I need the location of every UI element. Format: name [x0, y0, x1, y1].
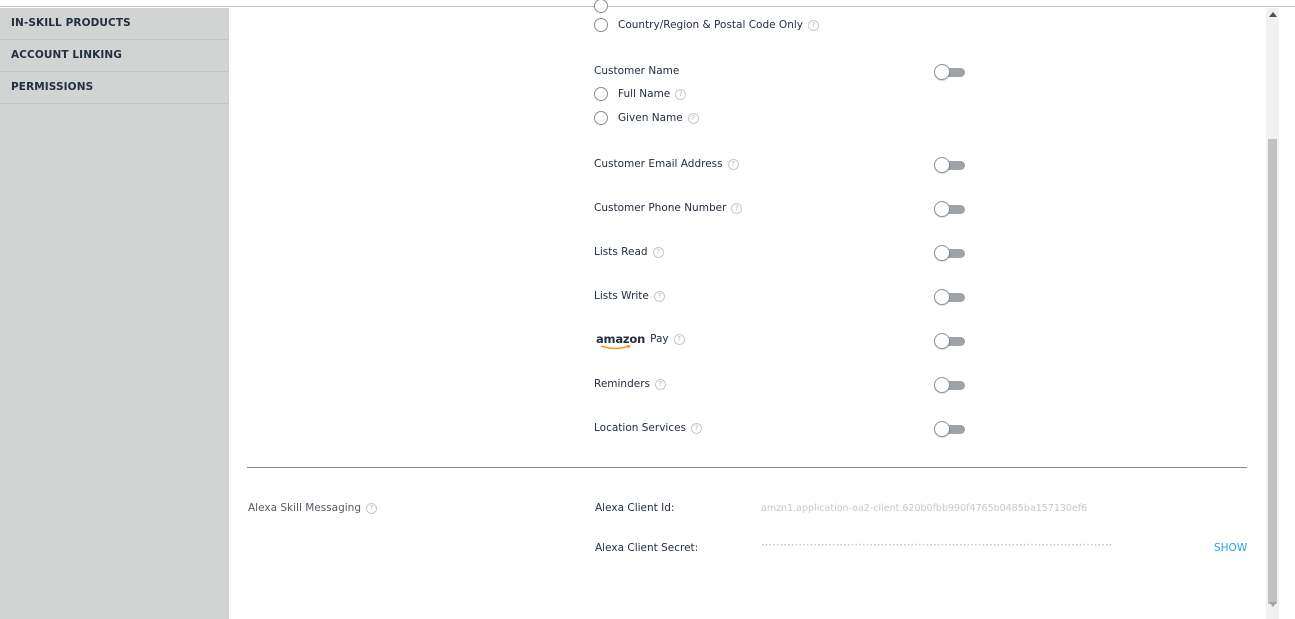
- help-icon[interactable]: ?: [366, 502, 377, 514]
- lists-write-toggle[interactable]: [934, 289, 966, 305]
- client-secret-value: ••••••••••••••••••••••••••••••••••••••••…: [761, 542, 1113, 549]
- help-icon[interactable]: ?: [687, 112, 699, 124]
- location-services-toggle[interactable]: [934, 421, 966, 437]
- customer-phone-toggle[interactable]: [934, 201, 966, 217]
- customer-name-label: Customer Name: [594, 65, 679, 77]
- help-icon[interactable]: ?: [727, 158, 739, 170]
- address-option-postal-label: Country/Region & Postal Code Only: [618, 19, 803, 31]
- amazon-pay-label: Pay: [650, 333, 669, 345]
- scroll-up-icon[interactable]: [1269, 12, 1277, 17]
- scrollbar[interactable]: [1266, 8, 1279, 619]
- reminders-toggle[interactable]: [934, 377, 966, 393]
- permissions-panel: Country/Region & Postal Code Only ? Cust…: [229, 0, 1266, 619]
- help-icon[interactable]: ?: [691, 422, 703, 434]
- address-radio-postal[interactable]: [594, 18, 608, 32]
- location-services-label: Location Services: [594, 422, 687, 434]
- help-icon[interactable]: ?: [731, 202, 743, 214]
- address-radio-full[interactable]: [594, 0, 608, 13]
- customer-phone-label: Customer Phone Number: [594, 202, 727, 214]
- help-icon[interactable]: ?: [655, 378, 666, 390]
- lists-read-row: Lists Read ?: [594, 246, 664, 258]
- amazon-logo-text: amazon: [596, 332, 646, 346]
- sidebar: IN-SKILL PRODUCTS ACCOUNT LINKING PERMIS…: [0, 8, 229, 619]
- help-icon[interactable]: ?: [808, 19, 819, 31]
- lists-read-label: Lists Read: [594, 246, 648, 258]
- client-id-label: Alexa Client Id:: [595, 502, 674, 514]
- given-name-radio[interactable]: [594, 111, 608, 125]
- lists-write-label: Lists Write: [594, 290, 649, 302]
- customer-email-label: Customer Email Address: [594, 158, 723, 170]
- top-border: [0, 0, 1295, 7]
- customer-email-toggle[interactable]: [934, 157, 966, 173]
- scroll-down-icon[interactable]: [1269, 602, 1277, 607]
- given-name-label: Given Name: [618, 112, 683, 124]
- sidebar-item-in-skill-products[interactable]: IN-SKILL PRODUCTS: [0, 8, 229, 40]
- lists-write-row: Lists Write ?: [594, 290, 665, 302]
- location-services-row: Location Services ?: [594, 422, 703, 434]
- help-icon[interactable]: ?: [652, 246, 664, 258]
- alexa-skill-messaging-label: Alexa Skill Messaging: [248, 502, 361, 514]
- client-secret-label: Alexa Client Secret:: [595, 542, 698, 554]
- sidebar-item-account-linking[interactable]: ACCOUNT LINKING: [0, 40, 229, 72]
- client-id-value: amzn1.application-oa2-client.620b0fbb990…: [761, 503, 1088, 514]
- reminders-row: Reminders ?: [594, 378, 666, 390]
- reminders-label: Reminders: [594, 378, 650, 390]
- help-icon[interactable]: ?: [673, 333, 685, 345]
- full-name-label: Full Name: [618, 88, 671, 100]
- amazon-smile-icon: [600, 345, 632, 350]
- customer-name-text: Customer Name: [594, 65, 680, 77]
- client-secret-label-text: Alexa Client Secret:: [595, 542, 699, 554]
- help-icon[interactable]: ?: [653, 290, 665, 302]
- alexa-skill-messaging-heading: Alexa Skill Messaging ?: [248, 502, 377, 514]
- full-name-radio[interactable]: [594, 87, 608, 101]
- show-secret-button[interactable]: SHOW: [1214, 542, 1247, 554]
- customer-name-toggle[interactable]: [934, 64, 966, 80]
- amazon-logo: amazon: [596, 332, 646, 350]
- given-name-option: Given Name ?: [618, 112, 699, 124]
- customer-phone-row: Customer Phone Number ?: [594, 202, 743, 214]
- client-id-label-text: Alexa Client Id:: [595, 502, 675, 514]
- lists-read-toggle[interactable]: [934, 245, 966, 261]
- amazon-pay-row: amazon Pay ?: [596, 332, 685, 350]
- full-name-option: Full Name ?: [618, 88, 687, 100]
- sidebar-item-permissions[interactable]: PERMISSIONS: [0, 72, 229, 104]
- address-option-postal: Country/Region & Postal Code Only ?: [618, 19, 819, 31]
- customer-email-row: Customer Email Address ?: [594, 158, 739, 170]
- amazon-pay-toggle[interactable]: [934, 333, 966, 349]
- scrollbar-thumb[interactable]: [1268, 139, 1277, 604]
- help-icon[interactable]: ?: [675, 88, 687, 100]
- section-divider: [247, 467, 1247, 468]
